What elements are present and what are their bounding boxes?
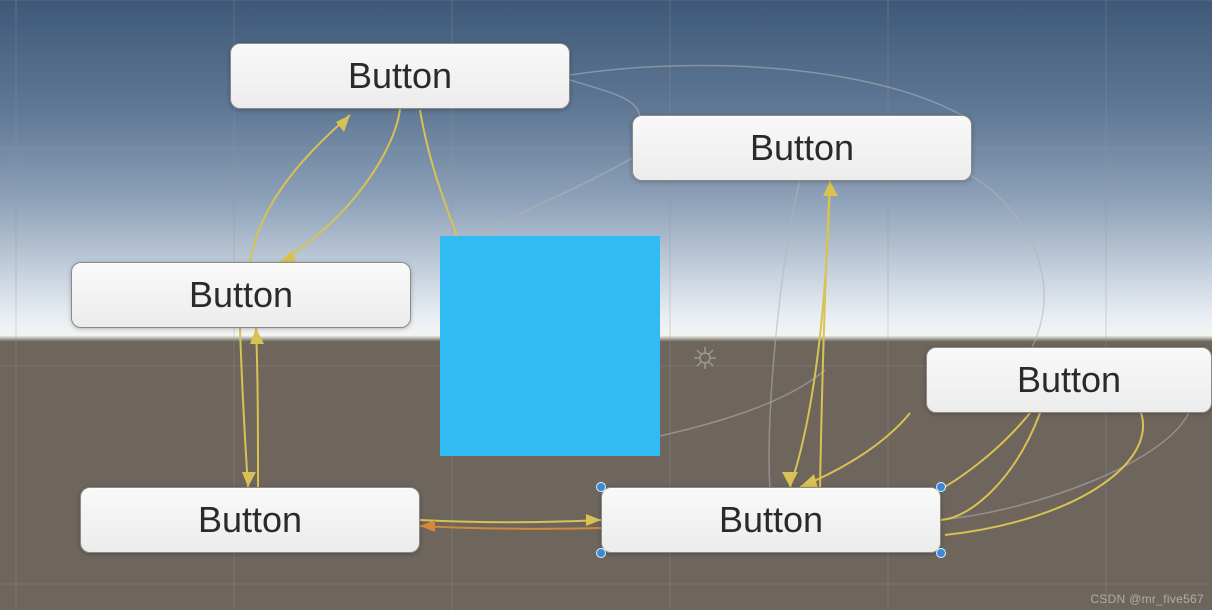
unity-scene-view[interactable]: Button Button Button Button Button Butto… bbox=[0, 0, 1212, 610]
button-label: Button bbox=[189, 274, 293, 316]
ui-button-1[interactable]: Button bbox=[230, 43, 570, 109]
button-label: Button bbox=[198, 499, 302, 541]
ui-button-4[interactable]: Button bbox=[926, 347, 1212, 413]
button-label: Button bbox=[348, 55, 452, 97]
watermark-text: CSDN @mr_five567 bbox=[1090, 592, 1204, 606]
ui-panel[interactable] bbox=[440, 236, 660, 456]
pivot-gizmo-icon bbox=[694, 347, 716, 369]
ui-button-3[interactable]: Button bbox=[71, 262, 411, 328]
button-label: Button bbox=[1017, 359, 1121, 401]
button-label: Button bbox=[719, 499, 823, 541]
ui-button-5[interactable]: Button bbox=[80, 487, 420, 553]
button-label: Button bbox=[750, 127, 854, 169]
ui-button-6[interactable]: Button bbox=[601, 487, 941, 553]
ui-button-2[interactable]: Button bbox=[632, 115, 972, 181]
